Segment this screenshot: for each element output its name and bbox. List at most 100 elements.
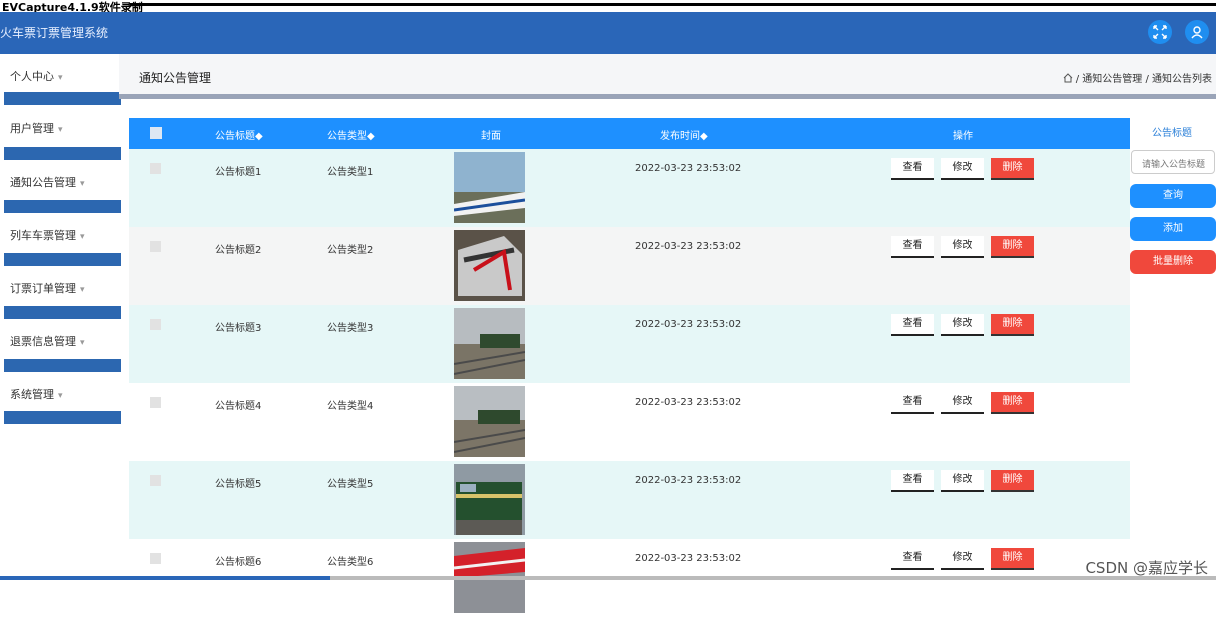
col-title[interactable]: 公告标题◆ — [215, 127, 263, 142]
search-input[interactable]: 请输入公告标题 — [1131, 150, 1215, 174]
row-type: 公告类型4 — [327, 401, 374, 412]
sidebar-item-orders[interactable]: 订票订单管理 ▾ — [4, 266, 119, 304]
edit-button[interactable]: 修改 — [941, 314, 984, 336]
add-button[interactable]: 添加 — [1130, 217, 1216, 241]
table-header: 公告标题◆ 公告类型◆ 封面 发布时间◆ 操作 — [129, 118, 1130, 149]
chevron-down-icon: ▾ — [58, 125, 63, 135]
cover-image — [454, 464, 525, 535]
sidebar: 个人中心 ▾ 用户管理 ▾ 通知公告管理 ▾ 列车车票管理 ▾ 订票订单管理 ▾ 退票信息… — [2, 54, 121, 426]
sidebar-item-tickets[interactable]: 列车车票管理 ▾ — [4, 213, 119, 251]
row-checkbox[interactable] — [150, 319, 161, 330]
delete-button[interactable]: 删除 — [991, 158, 1034, 180]
table-row: 公告标题5 公告类型5 2022-03-23 23:53:02 查看 修改 删除 — [129, 461, 1130, 539]
sidebar-item-label: 退票信息管理 — [10, 335, 76, 348]
table-row: 公告标题1 公告类型1 2022-03-23 23:53:02 查看 修改 删除 — [129, 149, 1130, 227]
expand-icon[interactable] — [1148, 20, 1172, 44]
view-button[interactable]: 查看 — [891, 158, 934, 180]
view-button[interactable]: 查看 — [891, 548, 934, 570]
chevron-down-icon: ▾ — [58, 391, 63, 401]
sidebar-item-label: 个人中心 — [10, 70, 54, 83]
row-checkbox[interactable] — [150, 163, 161, 174]
batch-delete-button[interactable]: 批量删除 — [1130, 250, 1216, 274]
table-row: 公告标题2 公告类型2 2022-03-23 23:53:02 查看 修改 删除 — [129, 227, 1130, 305]
chevron-down-icon: ▾ — [80, 285, 85, 295]
col-time[interactable]: 发布时间◆ — [660, 127, 708, 142]
chevron-down-icon: ▾ — [80, 232, 85, 242]
col-type[interactable]: 公告类型◆ — [327, 127, 375, 142]
row-title: 公告标题5 — [215, 479, 262, 490]
edit-button[interactable]: 修改 — [941, 470, 984, 492]
sidebar-divider — [4, 306, 121, 319]
view-button[interactable]: 查看 — [891, 236, 934, 258]
edit-button[interactable]: 修改 — [941, 548, 984, 570]
cover-image — [454, 230, 525, 301]
chevron-down-icon: ▾ — [80, 338, 85, 348]
sidebar-item-label: 列车车票管理 — [10, 229, 76, 242]
sidebar-divider — [4, 147, 121, 160]
sidebar-item-users[interactable]: 用户管理 ▾ — [4, 106, 119, 144]
notice-table: 公告标题◆ 公告类型◆ 封面 发布时间◆ 操作 公告标题1 公告类型1 2022… — [129, 118, 1130, 617]
edit-button[interactable]: 修改 — [941, 158, 984, 180]
chevron-down-icon: ▾ — [80, 179, 85, 189]
sidebar-item-label: 用户管理 — [10, 122, 54, 135]
sidebar-divider — [4, 359, 121, 372]
user-icon[interactable] — [1185, 20, 1209, 44]
scroll-progress — [0, 576, 1216, 580]
home-icon[interactable] — [1063, 73, 1073, 86]
sidebar-divider — [4, 253, 121, 266]
sidebar-item-label: 系统管理 — [10, 388, 54, 401]
search-label: 公告标题 — [1152, 128, 1192, 139]
row-checkbox[interactable] — [150, 553, 161, 564]
recorder-bar: EVCapture4.1.9软件录制 — [0, 0, 1216, 14]
sidebar-item-notices[interactable]: 通知公告管理 ▾ — [4, 160, 119, 198]
sidebar-divider — [4, 411, 121, 424]
view-button[interactable]: 查看 — [891, 470, 934, 492]
row-title: 公告标题2 — [215, 245, 262, 256]
breadcrumb: / 通知公告管理 / 通知公告列表 — [1063, 70, 1212, 86]
watermark: CSDN @嘉应学长 — [1085, 559, 1208, 577]
row-time: 2022-03-23 23:53:02 — [635, 241, 742, 252]
breadcrumb-path: / 通知公告管理 / 通知公告列表 — [1075, 74, 1212, 85]
delete-button[interactable]: 删除 — [991, 470, 1034, 492]
row-checkbox[interactable] — [150, 475, 161, 486]
row-title: 公告标题4 — [215, 401, 262, 412]
sidebar-item-system[interactable]: 系统管理 ▾ — [4, 372, 119, 410]
delete-button[interactable]: 删除 — [991, 236, 1034, 258]
row-time: 2022-03-23 23:53:02 — [635, 319, 742, 330]
top-header: 火车票订票管理系统 — [0, 12, 1216, 54]
delete-button[interactable]: 删除 — [991, 548, 1034, 570]
edit-button[interactable]: 修改 — [941, 236, 984, 258]
row-checkbox[interactable] — [150, 241, 161, 252]
row-type: 公告类型5 — [327, 479, 374, 490]
row-time: 2022-03-23 23:53:02 — [635, 397, 742, 408]
view-button[interactable]: 查看 — [891, 314, 934, 336]
cover-image — [454, 308, 525, 379]
row-time: 2022-03-23 23:53:02 — [635, 553, 742, 564]
cover-image — [454, 152, 525, 223]
row-title: 公告标题3 — [215, 323, 262, 334]
query-button[interactable]: 查询 — [1130, 184, 1216, 208]
delete-button[interactable]: 删除 — [991, 392, 1034, 414]
header-divider — [119, 94, 1216, 99]
app-title: 火车票订票管理系统 — [0, 26, 109, 40]
sidebar-item-refunds[interactable]: 退票信息管理 ▾ — [4, 319, 119, 357]
row-title: 公告标题6 — [215, 557, 262, 568]
edit-button[interactable]: 修改 — [941, 392, 984, 414]
row-type: 公告类型1 — [327, 167, 374, 178]
row-time: 2022-03-23 23:53:02 — [635, 163, 742, 174]
select-all-checkbox[interactable] — [150, 127, 162, 139]
row-type: 公告类型3 — [327, 323, 374, 334]
sidebar-item-label: 通知公告管理 — [10, 176, 76, 189]
table-row: 公告标题4 公告类型4 2022-03-23 23:53:02 查看 修改 删除 — [129, 383, 1130, 461]
view-button[interactable]: 查看 — [891, 392, 934, 414]
page-title: 通知公告管理 — [139, 71, 212, 85]
delete-button[interactable]: 删除 — [991, 314, 1034, 336]
row-checkbox[interactable] — [150, 397, 161, 408]
row-type: 公告类型6 — [327, 557, 374, 568]
row-type: 公告类型2 — [327, 245, 374, 256]
col-cover: 封面 — [481, 131, 501, 142]
sidebar-item-personal[interactable]: 个人中心 ▾ — [4, 54, 119, 92]
row-title: 公告标题1 — [215, 167, 262, 178]
col-ops: 操作 — [953, 131, 973, 142]
row-time: 2022-03-23 23:53:02 — [635, 475, 742, 486]
